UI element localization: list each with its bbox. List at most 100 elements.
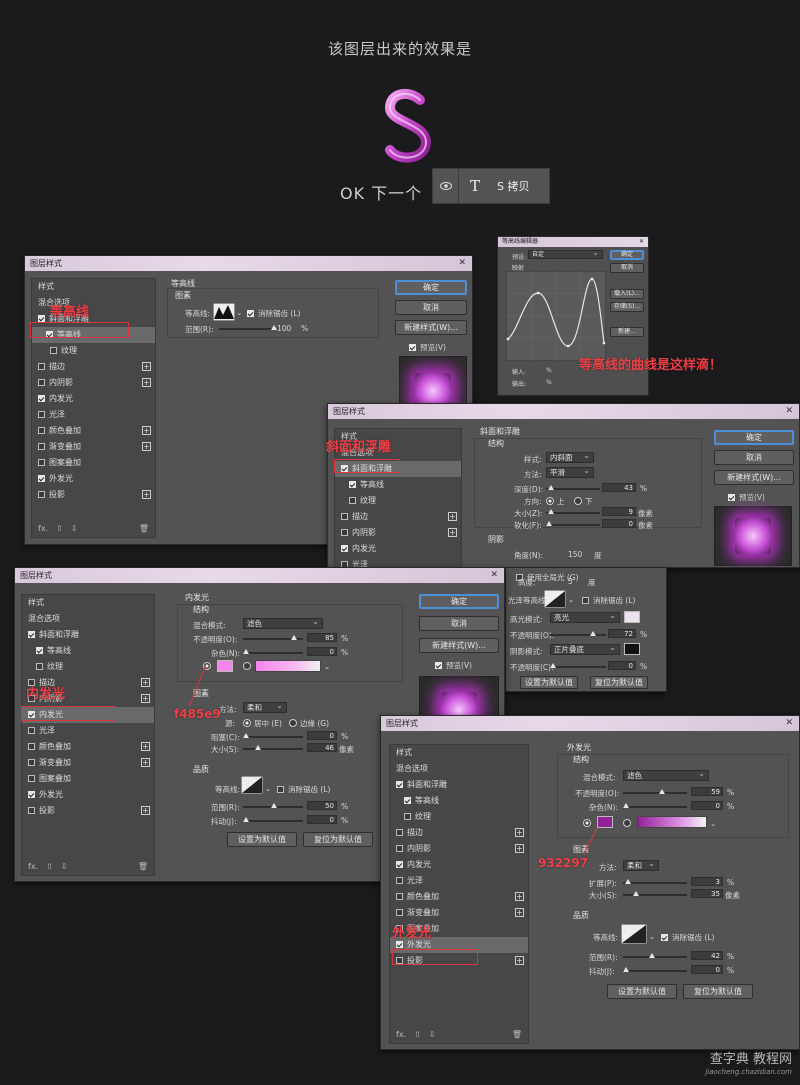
- cancel-button[interactable]: 取消: [395, 300, 467, 315]
- range-slider[interactable]: [219, 325, 277, 330]
- checkbox[interactable]: [38, 363, 45, 370]
- angle-value[interactable]: 150: [568, 550, 582, 559]
- sidebar-item-satin[interactable]: 光泽: [390, 873, 528, 889]
- jitter-slider[interactable]: [623, 967, 687, 972]
- anti-alias-checkbox[interactable]: 消除锯齿 (L): [247, 308, 300, 319]
- glow-color-swatch[interactable]: [217, 660, 233, 672]
- eye-icon[interactable]: [433, 169, 459, 203]
- chevron-down-icon[interactable]: ⌄: [265, 784, 271, 793]
- checkbox[interactable]: [341, 529, 348, 536]
- sidebar-item-texture[interactable]: 纹理: [335, 493, 461, 509]
- sh-opacity-slider[interactable]: [550, 663, 606, 668]
- chevron-down-icon[interactable]: ⌄: [568, 595, 574, 604]
- soften-slider[interactable]: [546, 521, 600, 526]
- add-icon[interactable]: +: [141, 742, 150, 751]
- close-icon[interactable]: ✕: [458, 256, 466, 271]
- sidebar-item-inner-shadow[interactable]: 内阴影 +: [32, 375, 155, 391]
- contour-thumbnail[interactable]: [241, 776, 263, 794]
- checkbox[interactable]: [38, 459, 45, 466]
- ok-button[interactable]: 确定: [714, 430, 794, 445]
- blend-mode-select[interactable]: 滤色: [243, 617, 323, 629]
- checkbox[interactable]: [396, 829, 403, 836]
- checkbox[interactable]: [38, 411, 45, 418]
- shadow-mode-select[interactable]: 正片叠底: [550, 643, 620, 655]
- add-icon[interactable]: +: [515, 844, 524, 853]
- checkbox[interactable]: [28, 743, 35, 750]
- sidebar-item-stroke[interactable]: 描边 +: [32, 359, 155, 375]
- contour-ok-button[interactable]: 确定: [610, 250, 644, 260]
- sidebar-item-inner-shadow[interactable]: 内阴影 +: [335, 525, 461, 541]
- add-icon[interactable]: +: [141, 806, 150, 815]
- checkbox[interactable]: [50, 347, 57, 354]
- contour-save-button[interactable]: 存储(S)...: [610, 302, 644, 312]
- add-icon[interactable]: +: [142, 378, 151, 387]
- close-icon[interactable]: ✕: [785, 404, 793, 419]
- fx-icon[interactable]: fx.: [38, 524, 48, 533]
- shadow-color-swatch[interactable]: [624, 643, 640, 655]
- checkbox[interactable]: [341, 545, 348, 552]
- preset-select[interactable]: 自定: [528, 249, 603, 259]
- jitter-value[interactable]: 0: [691, 965, 723, 974]
- range-slider[interactable]: [243, 803, 303, 808]
- sidebar-item-stroke[interactable]: 描边 +: [390, 825, 528, 841]
- noise-value[interactable]: 0: [691, 801, 723, 810]
- size-slider[interactable]: [546, 509, 600, 514]
- move-up-icon[interactable]: ⇧: [46, 862, 53, 871]
- sidebar-item-blending[interactable]: 混合选项: [22, 611, 154, 627]
- contour-thumbnail[interactable]: [621, 924, 647, 944]
- preview-checkbox[interactable]: 预览(V): [409, 342, 446, 353]
- reset-default-button[interactable]: 复位为默认值: [303, 832, 373, 847]
- sidebar-item-bevel[interactable]: 斜面和浮雕: [390, 777, 528, 793]
- chevron-down-icon[interactable]: ⌄: [649, 932, 655, 941]
- source-center-radio[interactable]: 居中 (E): [243, 718, 282, 729]
- layer-row[interactable]: T S 拷贝: [432, 168, 550, 204]
- set-default-button[interactable]: 设置为默认值: [607, 984, 677, 999]
- fx-icon[interactable]: fx.: [28, 862, 38, 871]
- opacity-slider[interactable]: [623, 789, 687, 794]
- jitter-slider[interactable]: [243, 817, 303, 822]
- sidebar-item-texture[interactable]: 纹理: [390, 809, 528, 825]
- add-icon[interactable]: +: [141, 694, 150, 703]
- checkbox[interactable]: [396, 845, 403, 852]
- style-select[interactable]: 内斜面: [546, 451, 594, 463]
- checkbox[interactable]: [341, 513, 348, 520]
- size-slider[interactable]: [243, 745, 303, 750]
- preview-checkbox[interactable]: 预览(V): [435, 660, 472, 671]
- add-icon[interactable]: +: [515, 956, 524, 965]
- sidebar-item-satin[interactable]: 光泽: [22, 723, 154, 739]
- add-icon[interactable]: +: [142, 442, 151, 451]
- add-icon[interactable]: +: [142, 490, 151, 499]
- sidebar-item-texture[interactable]: 纹理: [22, 659, 154, 675]
- sidebar-item-contour[interactable]: 等高线: [335, 477, 461, 493]
- trash-icon[interactable]: 🗑: [139, 524, 149, 533]
- range-value[interactable]: 42: [691, 951, 723, 960]
- range-slider[interactable]: [623, 953, 687, 958]
- checkbox[interactable]: [404, 813, 411, 820]
- add-icon[interactable]: +: [141, 678, 150, 687]
- add-icon[interactable]: +: [448, 528, 457, 537]
- trash-icon[interactable]: 🗑: [138, 862, 148, 871]
- source-edge-radio[interactable]: 边缘 (G): [289, 718, 329, 729]
- ok-button[interactable]: 确定: [395, 280, 467, 295]
- size-slider[interactable]: [623, 891, 687, 896]
- jitter-value[interactable]: 0: [307, 815, 337, 824]
- highlight-color-swatch[interactable]: [624, 611, 640, 623]
- checkbox[interactable]: [38, 395, 45, 402]
- sidebar-item-gradient-overlay[interactable]: 渐变叠加 +: [390, 905, 528, 921]
- checkbox[interactable]: [38, 491, 45, 498]
- close-icon[interactable]: ✕: [639, 237, 644, 247]
- sidebar-item-styles[interactable]: 样式: [32, 279, 155, 295]
- checkbox[interactable]: [28, 631, 35, 638]
- new-style-button[interactable]: 新建样式(W)...: [419, 638, 499, 653]
- altitude-value[interactable]: 5: [568, 577, 573, 586]
- trash-icon[interactable]: 🗑: [512, 1030, 522, 1039]
- gradient-radio[interactable]: [243, 662, 254, 671]
- sidebar-item-contour[interactable]: 等高线: [22, 643, 154, 659]
- checkbox[interactable]: [396, 877, 403, 884]
- sidebar-item-color-overlay[interactable]: 颜色叠加 +: [390, 889, 528, 905]
- move-up-icon[interactable]: ⇧: [56, 524, 63, 533]
- choke-value[interactable]: 0: [307, 731, 337, 740]
- sidebar-item-outer-glow[interactable]: 外发光: [22, 787, 154, 803]
- chevron-down-icon[interactable]: ⌄: [324, 662, 330, 671]
- checkbox[interactable]: [396, 893, 403, 900]
